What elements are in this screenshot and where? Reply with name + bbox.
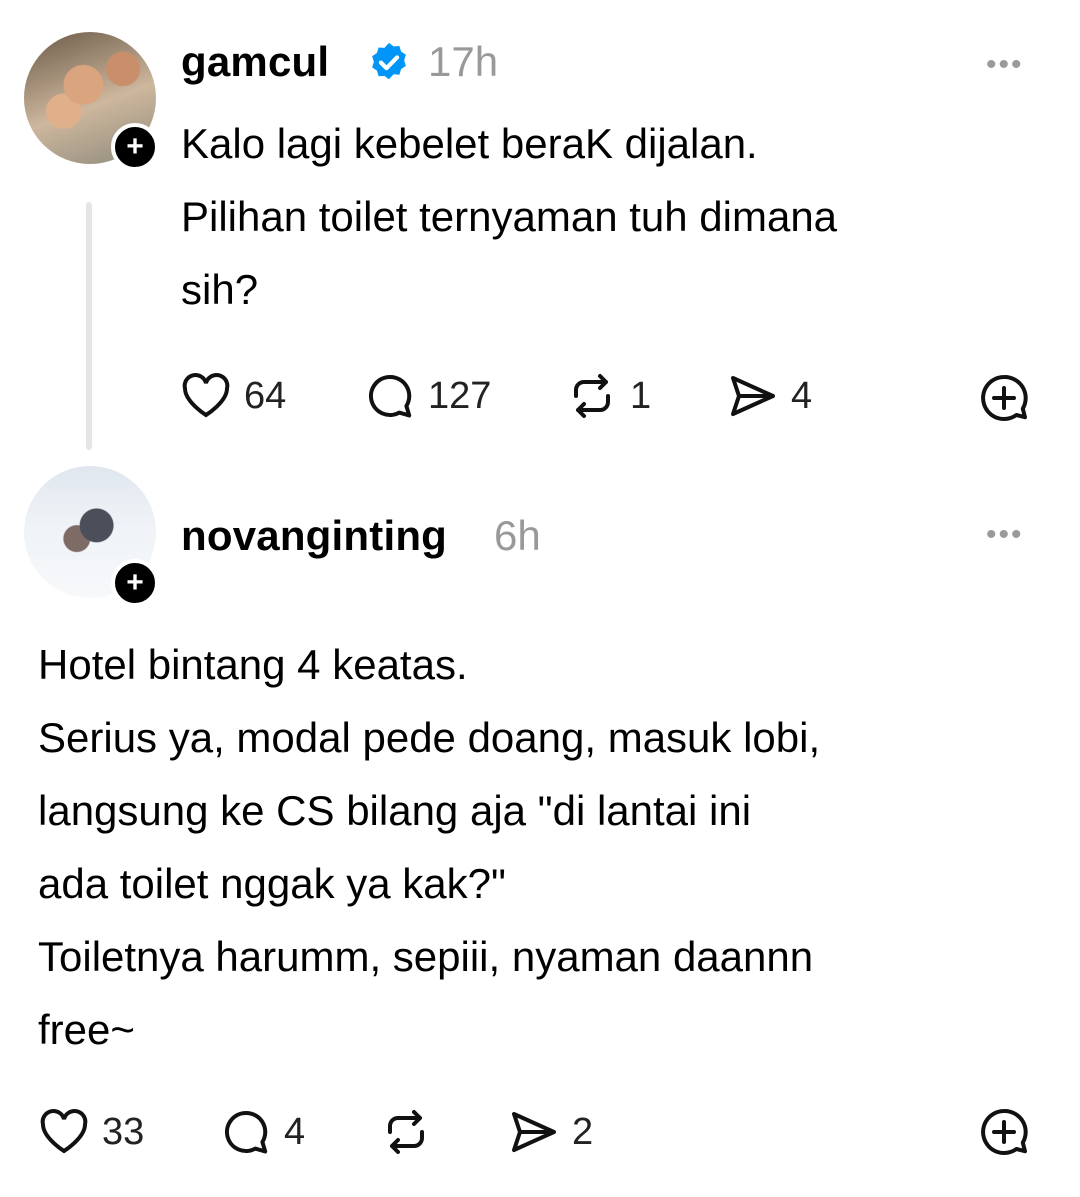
comment-icon <box>369 374 412 418</box>
plus-icon: + <box>126 130 144 163</box>
reply-count: 4 <box>284 1110 306 1153</box>
post-body: Hotel bintang 4 keatas. Serius ya, modal… <box>38 628 820 1066</box>
repost-count: 1 <box>630 374 652 417</box>
username[interactable]: gamcul <box>181 38 329 86</box>
quote-button[interactable] <box>978 1106 1030 1158</box>
post-text-line: Pilihan toilet ternyaman tuh dimana <box>181 193 838 240</box>
follow-plus-button[interactable]: + <box>111 123 159 171</box>
post-text-line: free~ <box>38 1006 135 1053</box>
post-text-line: Kalo lagi kebelet beraK dijalan. <box>181 120 758 167</box>
share-button[interactable]: 4 <box>727 372 812 420</box>
reply-button[interactable]: 127 <box>364 372 491 420</box>
like-button[interactable]: 33 <box>38 1108 144 1156</box>
repost-button[interactable] <box>380 1108 444 1156</box>
like-count: 33 <box>102 1110 145 1153</box>
post-text-line: Hotel bintang 4 keatas. <box>38 641 468 688</box>
comment-icon <box>225 1110 268 1154</box>
share-icon <box>512 1112 556 1152</box>
username[interactable]: novanginting <box>181 512 447 560</box>
reply-count: 127 <box>428 374 492 417</box>
share-count: 4 <box>791 374 813 417</box>
post-time: 17h <box>428 38 499 85</box>
share-icon <box>731 376 775 416</box>
thread-line <box>86 202 92 450</box>
add-quote-icon <box>981 1108 1028 1155</box>
heart-icon <box>182 373 230 418</box>
share-button[interactable]: 2 <box>508 1108 593 1156</box>
reply-button[interactable]: 4 <box>220 1108 305 1156</box>
post-text-line: Serius ya, modal pede doang, masuk lobi, <box>38 714 821 761</box>
share-count: 2 <box>572 1110 594 1153</box>
heart-icon <box>40 1109 88 1154</box>
follow-plus-button[interactable]: + <box>111 559 159 607</box>
more-icon[interactable]: ••• <box>986 48 1024 82</box>
more-icon[interactable]: ••• <box>986 518 1024 552</box>
plus-icon: + <box>126 566 144 599</box>
post-text-line: Toiletnya harumm, sepiii, nyaman daannn <box>38 933 814 980</box>
post-text-line: sih? <box>181 266 259 313</box>
verified-badge-icon <box>372 42 406 80</box>
repost-icon <box>574 374 610 418</box>
add-quote-icon <box>981 374 1028 421</box>
like-button[interactable]: 64 <box>180 372 286 420</box>
repost-icon <box>388 1110 424 1154</box>
like-count: 64 <box>244 374 287 417</box>
post-text-line: ada toilet nggak ya kak?" <box>38 860 506 907</box>
quote-button[interactable] <box>978 372 1030 424</box>
post-time: 6h <box>494 512 541 559</box>
repost-button[interactable]: 1 <box>566 372 651 420</box>
post-text-line: langsung ke CS bilang aja "di lantai ini <box>38 787 752 834</box>
post-body: Kalo lagi kebelet beraK dijalan. Pilihan… <box>181 107 837 326</box>
